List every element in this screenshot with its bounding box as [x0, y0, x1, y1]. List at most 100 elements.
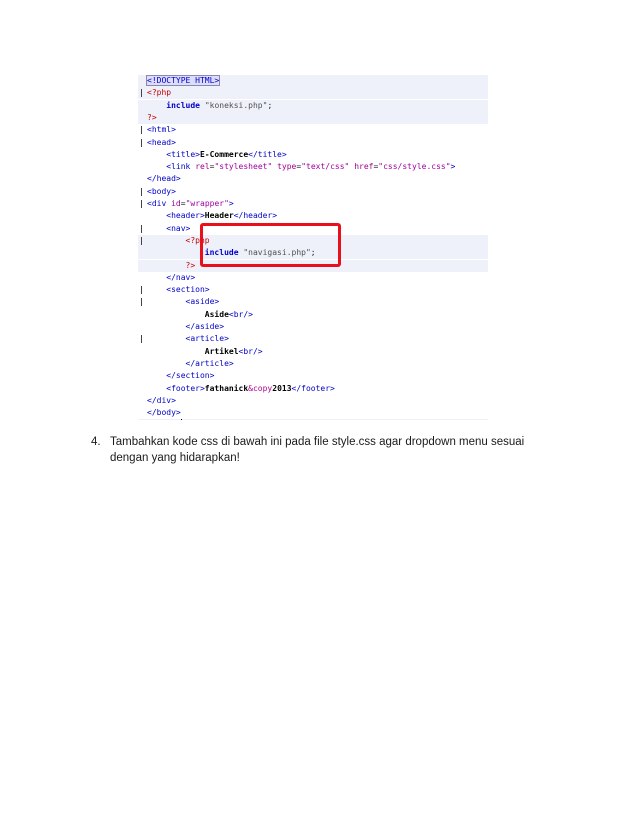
code-token: 2013	[272, 383, 292, 393]
fold-gutter	[138, 284, 146, 296]
fold-gutter	[138, 419, 146, 420]
code-token: <aside>	[185, 297, 220, 307]
code-token: </div>	[147, 395, 176, 405]
code-line: <link rel="stylesheet" type="text/css" h…	[138, 161, 488, 173]
code-token: </body>	[147, 408, 181, 418]
code-token: Aside	[204, 309, 229, 319]
code-token: "text/css"	[301, 162, 350, 172]
code-token: </nav>	[166, 272, 196, 282]
code-token: <nav>	[166, 223, 191, 233]
code-token: </article>	[185, 358, 234, 368]
fold-gutter	[138, 186, 146, 198]
code-line: </head>	[138, 173, 488, 185]
code-line: </nav>	[138, 272, 488, 284]
code-token: <link	[166, 162, 191, 172]
code-line: </html>	[138, 419, 488, 420]
code-text: <nav>	[147, 223, 190, 235]
fold-gutter	[138, 149, 146, 161]
code-line: include "koneksi.php";	[138, 99, 488, 112]
fold-marker-icon	[141, 200, 142, 208]
code-token: <body>	[147, 186, 176, 196]
code-token: <title>	[166, 149, 200, 159]
code-text: <head>	[147, 137, 176, 149]
code-token: <footer>	[166, 383, 205, 393]
fold-gutter	[138, 321, 146, 333]
code-text: <div id="wrapper">	[147, 198, 234, 210]
code-token: id	[171, 199, 181, 208]
code-token: "koneksi.php"	[204, 100, 268, 110]
fold-marker-icon	[141, 298, 142, 307]
code-line: </article>	[138, 358, 488, 370]
code-text: </html>	[147, 419, 182, 420]
code-text: </body>	[147, 407, 181, 419]
code-line: ?>	[138, 111, 488, 124]
code-text: </section>	[147, 370, 214, 382]
code-token: </aside>	[185, 322, 225, 331]
code-text: <section>	[147, 284, 209, 296]
code-text: <title>E-Commerce</title>	[147, 149, 286, 161]
code-token: ?>	[147, 112, 157, 122]
code-token: ;	[267, 100, 273, 110]
fold-gutter	[138, 124, 146, 136]
fold-marker-icon	[141, 126, 142, 135]
code-line: </section>	[138, 370, 488, 382]
code-token: <!DOCTYPE HTML>	[145, 75, 221, 86]
code-line: <body>	[138, 186, 488, 198]
fold-gutter	[138, 346, 146, 358]
code-text: <html>	[147, 124, 176, 136]
code-line: <title>E-Commerce</title>	[138, 149, 488, 161]
fold-gutter	[138, 112, 146, 124]
code-line: </body>	[138, 407, 488, 419]
fold-gutter	[138, 87, 146, 99]
fold-gutter	[138, 395, 146, 407]
fold-gutter	[138, 223, 146, 235]
fold-gutter	[138, 198, 146, 210]
code-line: <aside>	[138, 296, 488, 308]
fold-gutter	[138, 260, 146, 272]
code-line: <header>Header</header>	[138, 210, 488, 222]
code-token: </section>	[166, 371, 215, 381]
code-token: </header>	[233, 211, 278, 221]
code-line: </aside>	[138, 321, 488, 333]
code-token: "stylesheet"	[214, 162, 273, 172]
code-text: ?>	[147, 112, 157, 124]
code-token: rel	[195, 162, 210, 172]
code-line: <!DOCTYPE HTML>	[138, 75, 488, 87]
code-line: <?php	[138, 87, 488, 100]
code-token: <head>	[147, 137, 176, 147]
code-token: <article>	[185, 334, 229, 344]
instruction-text: Tambahkan kode css di bawah ini pada fil…	[110, 436, 525, 464]
red-highlight-box	[200, 223, 341, 267]
code-line: <div id="wrapper">	[138, 198, 488, 210]
fold-gutter	[138, 210, 146, 222]
instruction-number: 4.	[91, 436, 101, 448]
fold-gutter	[138, 75, 146, 87]
code-token: >	[228, 199, 234, 208]
code-token: <header>	[166, 211, 205, 221]
fold-gutter	[138, 173, 146, 185]
fold-gutter	[138, 333, 146, 345]
code-text: <link rel="stylesheet" type="text/css" h…	[147, 161, 455, 173]
fold-marker-icon	[141, 187, 142, 196]
code-text: <aside>	[147, 296, 220, 308]
fold-gutter	[138, 296, 146, 308]
fold-marker-icon	[141, 236, 142, 245]
code-text: </aside>	[147, 321, 225, 333]
fold-gutter	[138, 309, 146, 321]
code-line: Aside<br/>	[138, 309, 488, 321]
code-token: </head>	[147, 174, 181, 184]
fold-gutter	[138, 100, 146, 112]
code-token: <br/>	[238, 346, 263, 356]
